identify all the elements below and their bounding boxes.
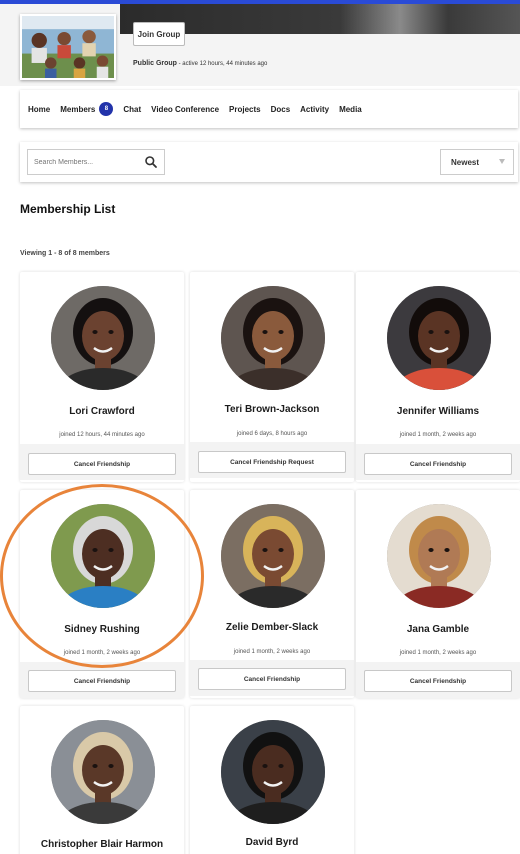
- group-type: Public Group: [133, 60, 177, 67]
- member-card-footer: Cancel Friendship: [190, 660, 354, 696]
- member-name[interactable]: Sidney Rushing: [20, 624, 184, 635]
- tab-members[interactable]: Members 8: [60, 102, 114, 116]
- friendship-button[interactable]: Cancel Friendship: [28, 670, 176, 692]
- member-name[interactable]: Teri Brown-Jackson: [190, 404, 354, 415]
- tab-projects-label: Projects: [229, 104, 261, 114]
- member-joined-date: joined 1 month, 2 weeks ago: [399, 650, 477, 656]
- tab-home[interactable]: Home: [28, 105, 50, 114]
- member-joined-date: joined 1 month, 2 weeks ago: [63, 650, 141, 656]
- member-card: Lori Crawford joined 12 hours, 44 minutes…: [20, 272, 184, 482]
- search-icon[interactable]: [144, 155, 158, 169]
- member-card: Sidney Rushing joined 1 month, 2 weeks ag…: [20, 490, 184, 698]
- member-joined-date: joined 6 days, 8 hours ago: [236, 431, 308, 437]
- tab-chat[interactable]: Chat: [123, 105, 141, 114]
- member-avatar[interactable]: [221, 286, 325, 390]
- member-joined-date: joined 1 month, 2 weeks ago: [233, 649, 311, 655]
- tab-media[interactable]: Media: [339, 105, 362, 114]
- member-card-footer: Cancel Friendship Request: [190, 442, 354, 478]
- member-card: David Byrd: [190, 706, 354, 854]
- member-card: Teri Brown-Jackson joined 6 days, 8 hours…: [190, 272, 354, 482]
- chevron-down-icon: [499, 159, 505, 164]
- member-avatar[interactable]: [387, 504, 491, 608]
- tab-activity[interactable]: Activity: [300, 105, 329, 114]
- friendship-button[interactable]: Cancel Friendship: [364, 670, 512, 692]
- group-avatar[interactable]: [20, 14, 116, 80]
- friendship-button[interactable]: Cancel Friendship: [364, 453, 512, 475]
- member-name[interactable]: Lori Crawford: [20, 406, 184, 417]
- member-avatar[interactable]: [51, 720, 155, 824]
- group-status: Public Group - active 12 hours, 44 minut…: [133, 60, 267, 67]
- member-name[interactable]: Jennifer Williams: [356, 406, 520, 417]
- search-input[interactable]: [34, 155, 134, 170]
- tab-media-label: Media: [339, 104, 362, 114]
- results-count: Viewing 1 - 8 of 8 members: [20, 250, 110, 257]
- member-name[interactable]: David Byrd: [190, 837, 354, 848]
- member-name[interactable]: Christopher Blair Harmon: [20, 839, 184, 850]
- tab-docs[interactable]: Docs: [271, 105, 291, 114]
- members-filter-bar: Newest: [20, 142, 518, 182]
- friendship-button[interactable]: Cancel Friendship Request: [198, 451, 346, 473]
- member-joined-date: joined 12 hours, 44 minutes ago: [59, 432, 145, 438]
- member-avatar[interactable]: [387, 286, 491, 390]
- page-title: Membership List: [20, 202, 116, 216]
- tab-video-conference-label: Video Conference: [151, 104, 220, 114]
- member-card: Christopher Blair Harmon: [20, 706, 184, 854]
- member-joined-date: joined 1 month, 2 weeks ago: [399, 432, 477, 438]
- group-nav: Home Members 8 Chat Video Conference Proj…: [20, 90, 518, 128]
- member-card-footer: Cancel Friendship: [356, 662, 520, 698]
- member-card: Jana Gamble joined 1 month, 2 weeks ago Ca…: [356, 490, 520, 698]
- member-card-footer: Cancel Friendship: [20, 444, 184, 480]
- member-card-footer: Cancel Friendship: [356, 444, 520, 480]
- friendship-button[interactable]: Cancel Friendship: [198, 668, 346, 690]
- sort-selected-label: Newest: [451, 157, 480, 167]
- tab-home-label: Home: [28, 104, 51, 114]
- search-box: [27, 149, 165, 175]
- member-avatar[interactable]: [221, 504, 325, 608]
- member-avatar[interactable]: [51, 286, 155, 390]
- tab-activity-label: Activity: [300, 104, 330, 114]
- member-name[interactable]: Jana Gamble: [356, 624, 520, 635]
- members-count-badge: 8: [99, 102, 114, 116]
- join-group-button[interactable]: Join Group: [133, 22, 185, 46]
- tab-chat-label: Chat: [123, 104, 142, 114]
- tab-docs-label: Docs: [270, 104, 291, 114]
- member-avatar[interactable]: [221, 720, 325, 824]
- member-avatar[interactable]: [51, 504, 155, 608]
- tab-projects[interactable]: Projects: [229, 105, 261, 114]
- tab-members-label: Members: [60, 104, 96, 114]
- member-card-footer: Cancel Friendship: [20, 662, 184, 698]
- friendship-button[interactable]: Cancel Friendship: [28, 453, 176, 475]
- member-card: Zelie Dember-Slack joined 1 month, 2 week…: [190, 490, 354, 698]
- member-name[interactable]: Zelie Dember-Slack: [190, 622, 354, 633]
- sort-select[interactable]: Newest: [440, 149, 514, 175]
- tab-video-conference[interactable]: Video Conference: [151, 105, 219, 114]
- member-card: Jennifer Williams joined 1 month, 2 weeks…: [356, 272, 520, 482]
- group-activity: - active 12 hours, 44 minutes ago: [176, 61, 268, 67]
